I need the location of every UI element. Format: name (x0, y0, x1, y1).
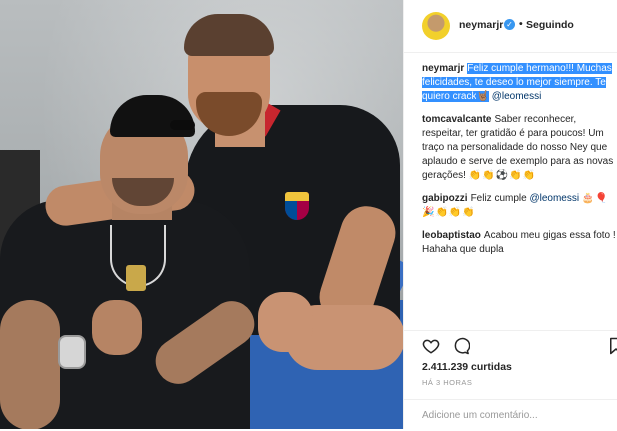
photo-club-crest (285, 192, 309, 220)
comment-username[interactable]: neymarjr (422, 63, 464, 74)
crest-top (285, 192, 309, 201)
post-header: neymarjr ✓ • Seguindo (404, 0, 617, 53)
comment-item: gabipozzi Feliz cumple @leomessi 🎂🎈🎉👏👏👏 (422, 192, 617, 220)
photo-person-right-hand (258, 292, 313, 352)
photo-person-left-arm (0, 300, 60, 429)
photo-wristwatch (58, 335, 86, 369)
heart-icon[interactable] (422, 337, 440, 355)
post-timestamp: HÁ 3 HORAS (422, 378, 473, 387)
following-button[interactable]: Seguindo (526, 19, 574, 31)
comment-username[interactable]: tomcavalcante (422, 114, 491, 125)
photo-pendant (126, 265, 146, 291)
comment-item: leobaptistao Acabou meu gigas essa foto !… (422, 229, 617, 257)
comment-icon[interactable] (452, 337, 470, 355)
post-actions: 2.411.239 curtidas HÁ 3 HORAS (404, 330, 617, 430)
instagram-post: neymarjr ✓ • Seguindo neymarjr Feliz cump… (0, 0, 617, 429)
comment-item: tomcavalcante Saber reconhecer, respeitar… (422, 113, 617, 183)
photo-cap-visor (170, 120, 195, 130)
post-side-panel: neymarjr ✓ • Seguindo neymarjr Feliz cump… (403, 0, 617, 429)
caption: neymarjr Feliz cumple hermano!!! Muchas f… (422, 62, 617, 104)
post-photo[interactable] (0, 0, 403, 429)
comments-list[interactable]: neymarjr Feliz cumple hermano!!! Muchas f… (422, 62, 617, 330)
hand-emoji: 🤘🏽 (476, 91, 489, 102)
comment-mention[interactable]: @leomessi (529, 193, 579, 204)
comment-username[interactable]: gabipozzi (422, 193, 468, 204)
comment-text: Feliz cumple (470, 193, 527, 204)
photo-person-right-hair (184, 14, 274, 56)
bookmark-icon[interactable] (609, 337, 617, 355)
caption-mention[interactable]: @leomessi (492, 91, 542, 102)
comment-input[interactable] (422, 407, 602, 423)
add-comment-bar (404, 399, 617, 431)
author-username[interactable]: neymarjr (459, 19, 503, 31)
verified-badge-icon: ✓ (504, 19, 515, 30)
author-avatar[interactable] (422, 12, 450, 40)
photo-thumbs-up-hand (92, 300, 142, 355)
comment-username[interactable]: leobaptistao (422, 230, 481, 241)
likes-count[interactable]: 2.411.239 curtidas (422, 361, 512, 373)
comment-emoji: 👏👏⚽👏👏 (468, 170, 536, 181)
header-separator: • (519, 18, 523, 30)
